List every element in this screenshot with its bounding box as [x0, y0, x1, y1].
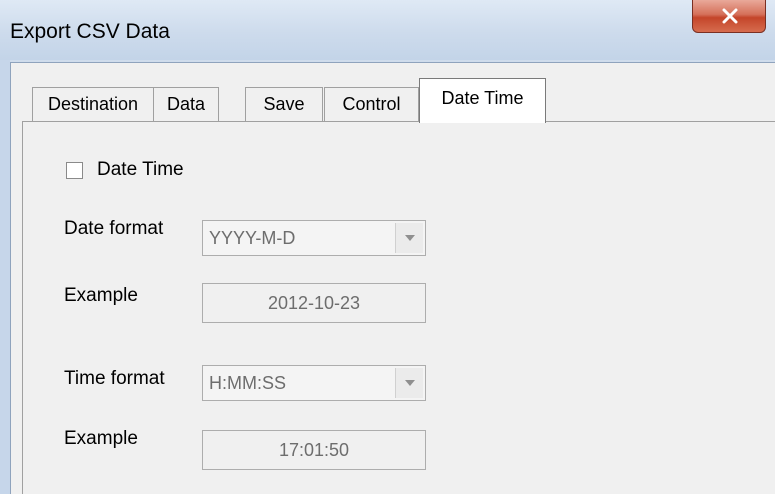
- time-example-label: Example: [64, 428, 138, 449]
- date-time-checkbox[interactable]: [66, 161, 83, 179]
- tab-date-time[interactable]: Date Time: [419, 78, 546, 123]
- date-format-label: Date format: [64, 218, 164, 239]
- close-icon: [722, 8, 738, 24]
- tab-control[interactable]: Control: [324, 87, 419, 121]
- date-example-value: 2012-10-23: [267, 292, 361, 313]
- tab-destination[interactable]: Destination: [32, 87, 154, 121]
- window-frame: [0, 60, 10, 494]
- window-title: Export CSV Data: [10, 20, 170, 43]
- tab-label: Destination: [47, 94, 139, 114]
- date-format-value: YYYY-M-D: [209, 228, 296, 248]
- tab-label: Control: [342, 94, 401, 114]
- date-example-field: 2012-10-23: [202, 283, 426, 323]
- tab-save[interactable]: Save: [245, 87, 323, 121]
- date-format-dropdown-button[interactable]: [395, 223, 423, 253]
- close-button[interactable]: [692, 0, 766, 33]
- title-bar: Export CSV Data: [0, 0, 775, 60]
- time-example-value: 17:01:50: [278, 439, 350, 460]
- chevron-down-icon: [405, 380, 415, 386]
- date-format-select[interactable]: YYYY-M-D: [202, 220, 426, 256]
- export-csv-dialog: Export CSV Data Destination Data Save Co…: [0, 0, 775, 494]
- time-example-field: 17:01:50: [202, 430, 426, 470]
- time-format-select[interactable]: H:MM:SS: [202, 365, 426, 401]
- date-example-label: Example: [64, 285, 138, 306]
- time-format-dropdown-button[interactable]: [395, 368, 423, 398]
- time-format-value: H:MM:SS: [209, 373, 287, 393]
- date-time-checkbox-label: Date Time: [97, 159, 184, 180]
- tab-label: Data: [166, 94, 206, 114]
- date-time-checkbox-row[interactable]: Date Time: [66, 159, 184, 181]
- tab-label: Date Time: [441, 88, 524, 108]
- chevron-down-icon: [405, 235, 415, 241]
- tab-data[interactable]: Data: [153, 87, 219, 121]
- time-format-label: Time format: [64, 368, 165, 389]
- tab-label: Save: [263, 94, 305, 114]
